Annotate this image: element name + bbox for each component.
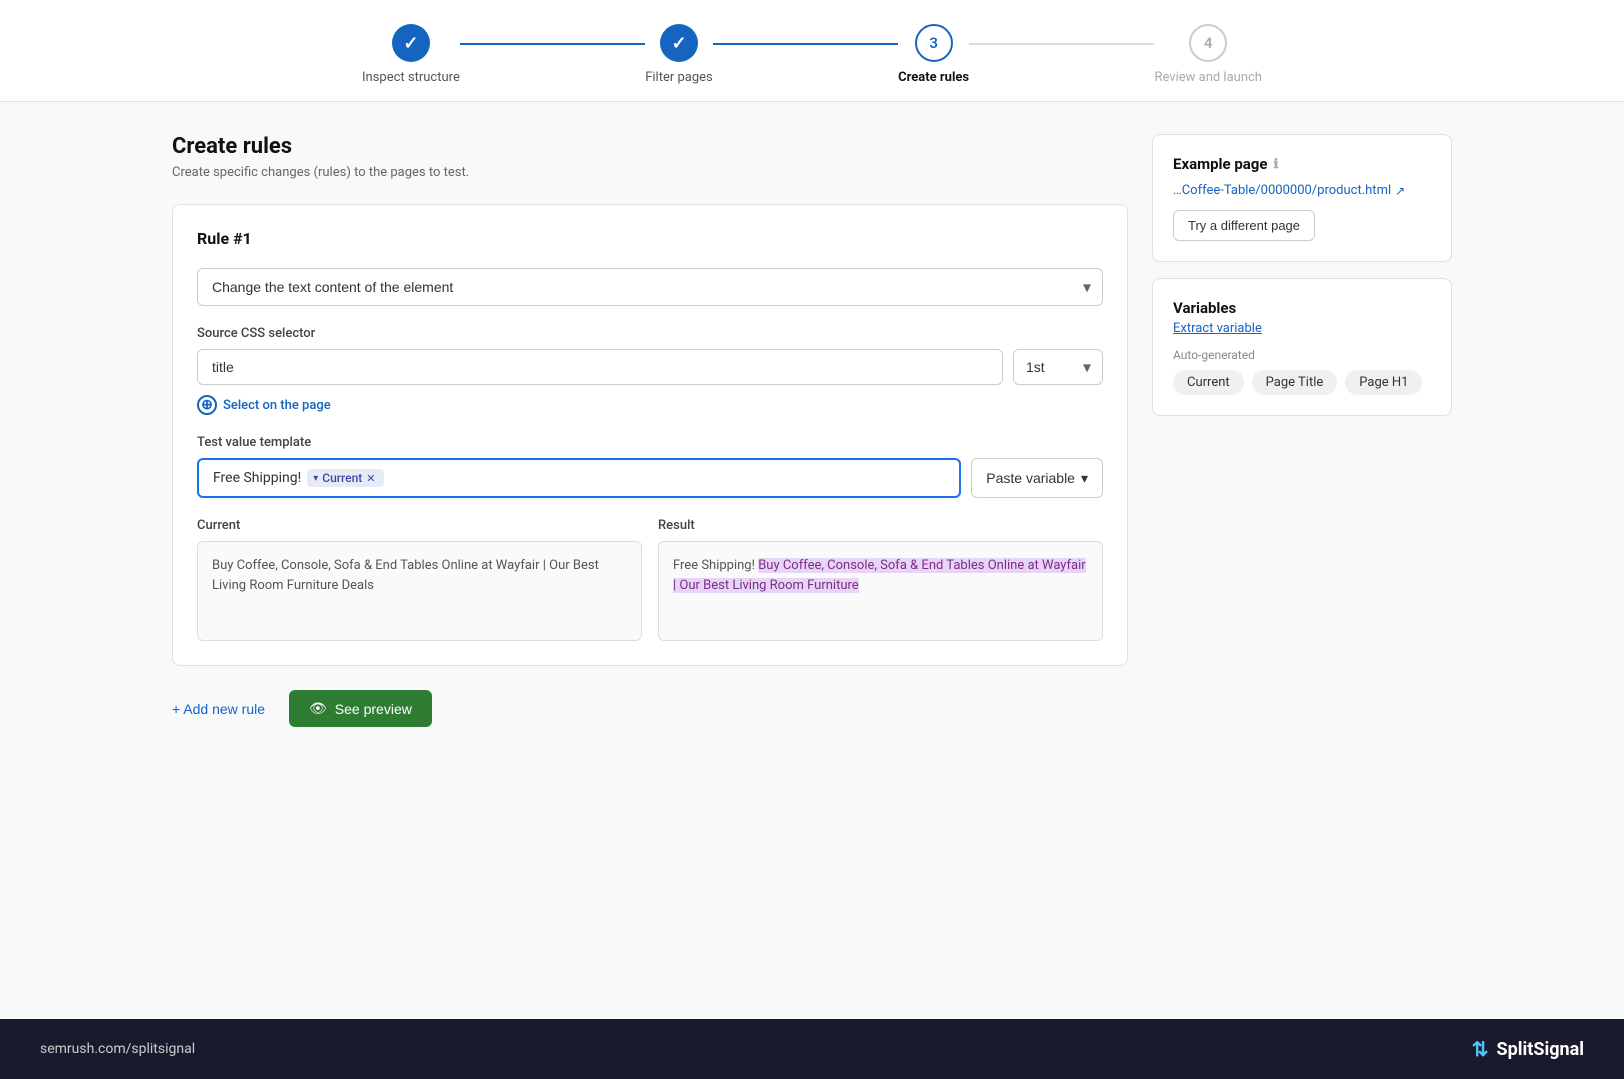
example-page-title: Example page ℹ — [1173, 155, 1431, 173]
select-on-page-icon: ⊕ — [197, 395, 217, 415]
step-circle-3: 3 — [915, 24, 953, 62]
stepper-bar: ✓ Inspect structure ✓ Filter pages 3 Cre… — [0, 0, 1624, 102]
test-value-row: Free Shipping! ▾ Current ✕ Paste variabl… — [197, 458, 1103, 498]
step-circle-4: 4 — [1189, 24, 1227, 62]
step-number-4: 4 — [1204, 34, 1213, 52]
current-box: Current Buy Coffee, Console, Sofa & End … — [197, 518, 642, 641]
current-result-row: Current Buy Coffee, Console, Sofa & End … — [197, 518, 1103, 641]
rule-title: Rule #1 — [197, 229, 1103, 248]
splitsignal-logo-icon: ⇅ — [1472, 1037, 1489, 1061]
action-select-wrapper[interactable]: Change the text content of the elementCh… — [197, 268, 1103, 306]
css-selector-row: 1st 2nd 3rd All ▾ — [197, 349, 1103, 385]
main-content: Create rules Create specific changes (ru… — [112, 102, 1512, 1019]
result-box: Result Free Shipping! Buy Coffee, Consol… — [658, 518, 1103, 641]
try-different-label: Try a different page — [1188, 218, 1300, 233]
test-value-label: Test value template — [197, 435, 1103, 450]
test-value-text: Free Shipping! — [213, 470, 301, 486]
result-content: Free Shipping! Buy Coffee, Console, Sofa… — [658, 541, 1103, 641]
select-on-page-button[interactable]: ⊕ Select on the page — [197, 395, 1103, 415]
step-label-1: Inspect structure — [362, 70, 460, 85]
variables-title: Variables — [1173, 299, 1431, 317]
test-value-input[interactable]: Free Shipping! ▾ Current ✕ — [197, 458, 961, 498]
footer-logo-text: SplitSignal — [1497, 1039, 1584, 1060]
try-different-page-button[interactable]: Try a different page — [1173, 210, 1315, 241]
css-selector-input[interactable] — [197, 349, 1003, 385]
variable-tags: Current Page Title Page H1 — [1173, 370, 1431, 395]
checkmark-icon-2: ✓ — [671, 33, 686, 54]
rule-card: Rule #1 Change the text content of the e… — [172, 204, 1128, 666]
occurrence-wrapper[interactable]: 1st 2nd 3rd All ▾ — [1013, 349, 1103, 385]
step-filter-pages: ✓ Filter pages — [645, 24, 713, 85]
footer-url: semrush.com/splitsignal — [40, 1041, 195, 1057]
step-create-rules: 3 Create rules — [898, 24, 969, 85]
right-panel: Example page ℹ …Coffee-Table/0000000/pro… — [1152, 134, 1452, 987]
var-tag-page-h1[interactable]: Page H1 — [1345, 370, 1422, 395]
add-rule-label: + Add new rule — [172, 701, 265, 717]
external-link-icon: ↗ — [1395, 184, 1405, 198]
add-rule-button[interactable]: + Add new rule — [172, 701, 265, 717]
badge-chevron-icon: ▾ — [313, 473, 318, 484]
footer: semrush.com/splitsignal ⇅ SplitSignal — [0, 1019, 1624, 1079]
bottom-actions: + Add new rule 👁 See preview — [172, 690, 1128, 727]
select-on-page-label: Select on the page — [223, 398, 331, 413]
step-inspect-structure: ✓ Inspect structure — [362, 24, 460, 85]
current-label: Current — [197, 518, 642, 533]
preview-eye-icon: 👁 — [309, 700, 327, 717]
paste-variable-chevron-icon: ▾ — [1081, 470, 1088, 487]
action-select[interactable]: Change the text content of the elementCh… — [197, 268, 1103, 306]
step-line-3 — [969, 43, 1154, 45]
page-title: Create rules — [172, 134, 1128, 159]
info-icon[interactable]: ℹ — [1273, 157, 1278, 172]
checkmark-icon-1: ✓ — [403, 33, 418, 54]
step-review-launch: 4 Review and launch — [1154, 24, 1262, 85]
extract-variable-link[interactable]: Extract variable — [1173, 321, 1431, 336]
auto-generated-label: Auto-generated — [1173, 348, 1431, 362]
step-line-2 — [713, 43, 898, 45]
see-preview-button[interactable]: 👁 See preview — [289, 690, 432, 727]
step-number-3: 3 — [929, 34, 938, 52]
current-badge[interactable]: ▾ Current ✕ — [307, 469, 383, 487]
step-label-4: Review and launch — [1154, 70, 1262, 85]
see-preview-label: See preview — [335, 701, 412, 717]
left-panel: Create rules Create specific changes (ru… — [172, 134, 1128, 987]
step-circle-1: ✓ — [392, 24, 430, 62]
current-value-text: Buy Coffee, Console, Sofa & End Tables O… — [212, 558, 599, 593]
occurrence-select[interactable]: 1st 2nd 3rd All — [1013, 349, 1103, 385]
stepper: ✓ Inspect structure ✓ Filter pages 3 Cre… — [362, 24, 1262, 85]
badge-close-icon[interactable]: ✕ — [366, 472, 375, 485]
result-label: Result — [658, 518, 1103, 533]
step-label-2: Filter pages — [645, 70, 713, 85]
current-badge-label: Current — [322, 471, 362, 485]
result-prefix-text: Free Shipping! — [673, 558, 758, 573]
step-line-1 — [460, 43, 645, 45]
paste-variable-button[interactable]: Paste variable ▾ — [971, 458, 1103, 498]
page-subtitle: Create specific changes (rules) to the p… — [172, 165, 1128, 180]
variables-card: Variables Extract variable Auto-generate… — [1152, 278, 1452, 416]
current-content: Buy Coffee, Console, Sofa & End Tables O… — [197, 541, 642, 641]
var-tag-page-title[interactable]: Page Title — [1252, 370, 1338, 395]
example-page-card: Example page ℹ …Coffee-Table/0000000/pro… — [1152, 134, 1452, 262]
step-label-3: Create rules — [898, 70, 969, 85]
paste-variable-label: Paste variable — [986, 470, 1075, 486]
step-circle-2: ✓ — [660, 24, 698, 62]
css-selector-label: Source CSS selector — [197, 326, 1103, 341]
var-tag-current[interactable]: Current — [1173, 370, 1244, 395]
example-url[interactable]: …Coffee-Table/0000000/product.html ↗ — [1173, 183, 1431, 198]
example-url-text: …Coffee-Table/0000000/product.html — [1173, 183, 1391, 198]
footer-logo: ⇅ SplitSignal — [1472, 1037, 1584, 1061]
